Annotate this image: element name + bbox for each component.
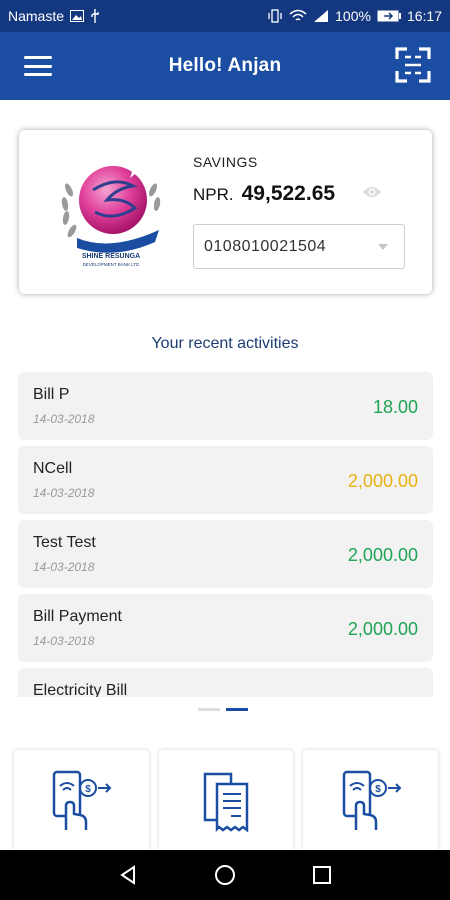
account-card: SHINE RESUNGA DEVELOPMENT BANK LTD SAVIN…: [19, 130, 432, 294]
list-item[interactable]: Bill P 14-03-2018 18.00: [18, 372, 433, 440]
phone-transfer-icon: $: [342, 770, 402, 830]
list-item[interactable]: Bill Payment 14-03-2018 2,000.00: [18, 594, 433, 662]
activity-date: 14-03-2018: [33, 560, 95, 574]
account-number-select[interactable]: 0108010021504: [193, 224, 405, 269]
activity-name: Bill P: [33, 386, 70, 403]
activity-name: NCell: [33, 460, 73, 477]
wifi-icon: [289, 9, 307, 23]
app-bar: Hello! Anjan: [0, 32, 450, 100]
quick-actions: $ $: [14, 750, 439, 850]
back-button[interactable]: [108, 855, 148, 895]
clock: 16:17: [406, 8, 442, 24]
bank-logo: SHINE RESUNGA DEVELOPMENT BANK LTD: [55, 152, 167, 270]
bank-logo-name: SHINE RESUNGA: [82, 253, 140, 260]
activity-date: 14-03-2018: [33, 486, 95, 500]
activity-name: Test Test: [33, 534, 96, 551]
signal-icon: [313, 9, 329, 23]
page-dot-active[interactable]: [226, 708, 248, 711]
fund-transfer-tile[interactable]: $: [303, 750, 439, 850]
activity-name: Electricity Bill: [33, 682, 128, 697]
activity-amount: 2,000.00: [347, 545, 418, 565]
carrier-label: Namaste: [8, 8, 65, 24]
account-balance: NPR. 49,522.65: [193, 182, 335, 206]
bank-logo-subtext: DEVELOPMENT BANK LTD: [83, 262, 141, 267]
recents-icon: [312, 866, 331, 884]
back-icon: [120, 865, 136, 885]
phone-send-money-icon: $: [53, 770, 112, 830]
activity-date: 14-03-2018: [33, 412, 95, 426]
status-bar: Namaste 100% 16:17: [0, 0, 450, 32]
account-number: 0108010021504: [204, 237, 327, 255]
page-indicator: [198, 708, 248, 711]
activity-list[interactable]: Bill P 14-03-2018 18.00 NCell 14-03-2018…: [18, 372, 433, 697]
menu-button[interactable]: [22, 52, 54, 80]
qr-scan-button[interactable]: [394, 46, 432, 84]
account-type: SAVINGS: [193, 154, 258, 170]
qr-scan-icon: [395, 47, 431, 83]
recents-button[interactable]: [302, 855, 342, 895]
app-screen: Namaste 100% 16:17 Hello! Anjan SHINE RE…: [0, 0, 450, 900]
activity-amount: 18.00: [372, 397, 418, 417]
balance-amount: 49,522.65: [241, 182, 336, 205]
home-icon: [214, 865, 235, 885]
battery-icon: [377, 10, 401, 22]
usb-icon: [90, 9, 100, 23]
menu-icon-line: [24, 73, 52, 76]
list-item[interactable]: NCell 14-03-2018 2,000.00: [18, 446, 433, 514]
activity-name: Bill Payment: [33, 608, 122, 625]
balance-currency: NPR.: [193, 185, 234, 204]
bill-payment-tile[interactable]: [158, 750, 294, 850]
battery-percent: 100%: [335, 8, 371, 24]
system-nav-bar: [0, 850, 450, 900]
menu-icon-line: [24, 56, 52, 59]
activity-amount: 2,000.00: [347, 619, 418, 639]
recent-activities-title: Your recent activities: [151, 335, 299, 352]
svg-text:$: $: [86, 784, 92, 795]
page-title: Hello! Anjan: [168, 55, 282, 76]
activity-amount: 2,000.00: [347, 471, 418, 491]
send-money-tile[interactable]: $: [14, 750, 149, 850]
home-button[interactable]: [205, 855, 245, 895]
chevron-down-icon: [378, 244, 388, 250]
eye-icon[interactable]: [362, 185, 382, 199]
page-dot[interactable]: [198, 708, 220, 711]
list-item[interactable]: Electricity Bill: [18, 668, 433, 697]
svg-text:$: $: [375, 784, 381, 795]
activity-date: 14-03-2018: [33, 634, 95, 648]
bill-receipt-icon: [203, 772, 249, 833]
menu-icon-line: [24, 64, 52, 68]
gallery-icon: [70, 10, 85, 22]
list-item[interactable]: Test Test 14-03-2018 2,000.00: [18, 520, 433, 588]
vibrate-icon: [267, 9, 283, 23]
